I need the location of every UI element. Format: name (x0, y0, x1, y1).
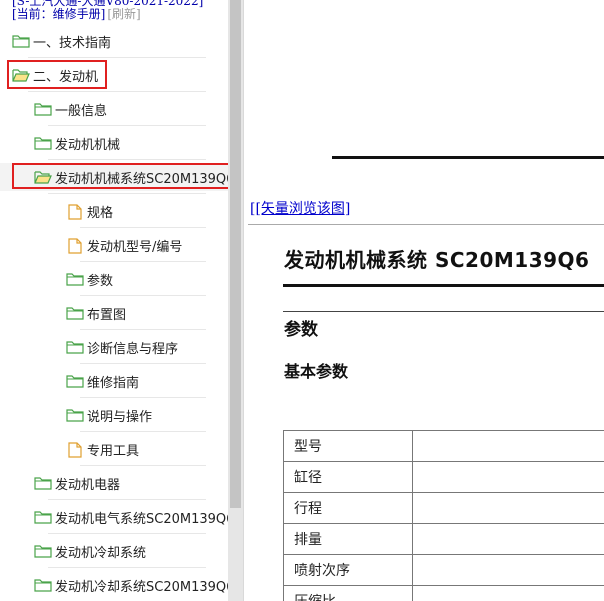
folder-icon (66, 306, 84, 320)
tree-separator (48, 193, 206, 194)
tree-separator (28, 91, 206, 92)
tree-separator (80, 227, 206, 228)
highlight-box-engine-mechanical-system (12, 163, 228, 189)
folder-icon (34, 578, 52, 592)
tree-separator (48, 567, 206, 568)
tree-item-label: 专用工具 (87, 443, 140, 459)
tree-item[interactable]: 说明与操作 (66, 400, 152, 430)
tree-separator (80, 329, 206, 330)
tree-item-label: 诊断信息与程序 (87, 341, 179, 357)
tree-item[interactable]: 发动机型号/编号 (66, 230, 182, 260)
section-title: 参数 (284, 320, 318, 340)
param-label: 排量 (283, 523, 413, 555)
param-value (412, 461, 604, 493)
title-rule (283, 284, 604, 287)
folder-icon (34, 136, 52, 150)
link-rule (248, 224, 604, 225)
param-label: 压缩比 (283, 585, 413, 601)
table-row: 压缩比 (283, 585, 604, 601)
folder-icon (34, 476, 52, 490)
folder-icon (34, 510, 52, 524)
subsection-title: 基本参数 (284, 362, 349, 381)
tree-item-label: 一般信息 (55, 103, 108, 119)
tree-item-label: 发动机冷却系统 (55, 545, 147, 561)
refresh-link[interactable]: [刷新] (107, 7, 140, 21)
document-panel: [[矢量浏览该图] 发动机机械系统 SC20M139Q6 参数 基本参数 型号缸… (248, 0, 604, 601)
tree-item-label: 维修指南 (87, 375, 140, 391)
table-row: 行程 (283, 492, 604, 524)
tree-item-label: 发动机电气系统SC20M139Q6 (55, 511, 228, 527)
table-row: 排量 (283, 523, 604, 555)
folder-icon (66, 272, 84, 286)
folder-icon (66, 408, 84, 422)
tree-item[interactable]: 发动机电气系统SC20M139Q6 (34, 502, 228, 532)
tree-item[interactable]: 布置图 (66, 298, 126, 328)
tree-item[interactable]: 维修指南 (66, 366, 139, 396)
param-value (412, 554, 604, 586)
tree-item-label: 参数 (87, 273, 114, 289)
document-title: 发动机机械系统 SC20M139Q6 (284, 248, 590, 272)
basic-parameters-table: 型号缸径行程排量喷射次序压缩比 (283, 430, 604, 601)
tree-separator (48, 533, 206, 534)
tree-separator (80, 295, 206, 296)
tree-item-label: 发动机电器 (55, 477, 121, 493)
tree-item-label: 说明与操作 (87, 409, 153, 425)
tree-item[interactable]: 一、技术指南 (12, 26, 111, 56)
folder-icon (34, 102, 52, 116)
tree-separator (80, 431, 206, 432)
table-row: 型号 (283, 430, 604, 462)
table-row: 喷射次序 (283, 554, 604, 586)
section-rule (283, 311, 604, 312)
folder-icon (66, 374, 84, 388)
param-label: 行程 (283, 492, 413, 524)
folder-icon (12, 34, 30, 48)
tree-separator (80, 465, 206, 466)
vector-view-link-text[interactable]: [矢量浏览该图] (255, 201, 350, 217)
tree-item[interactable]: 参数 (66, 264, 113, 294)
sidebar-scrollbar[interactable] (228, 0, 243, 601)
tree-item[interactable]: 一般信息 (34, 94, 107, 124)
tree-separator (80, 397, 206, 398)
sidebar-header: [S-上汽大通-大通V80-2021-2022] [当前：维修手册] [刷新] (12, 0, 203, 21)
tree-separator (80, 261, 206, 262)
tree-item-label: 一、技术指南 (33, 35, 112, 51)
tree-item-label: 发动机型号/编号 (87, 239, 183, 255)
document-icon (66, 204, 84, 220)
current-section-label: [当前：维修手册] (12, 7, 106, 21)
param-value (412, 523, 604, 555)
tree-separator (48, 499, 206, 500)
document-icon (66, 238, 84, 254)
tree-item-label: 布置图 (87, 307, 127, 323)
tree-item[interactable]: 诊断信息与程序 (66, 332, 178, 362)
document-icon (66, 442, 84, 458)
folder-icon (34, 544, 52, 558)
tree-separator (48, 159, 206, 160)
param-value (412, 430, 604, 462)
param-label: 型号 (283, 430, 413, 462)
vector-view-link[interactable]: [[矢量浏览该图] (250, 198, 350, 218)
tree-item[interactable]: 规格 (66, 196, 113, 226)
header-rule (332, 156, 604, 159)
param-label: 喷射次序 (283, 554, 413, 586)
folder-icon (66, 340, 84, 354)
param-label: 缸径 (283, 461, 413, 493)
scrollbar-thumb[interactable] (230, 0, 241, 508)
table-row: 缸径 (283, 461, 604, 493)
tree-separator (48, 125, 206, 126)
tree-separator (80, 363, 206, 364)
param-value (412, 492, 604, 524)
tree-item[interactable]: 发动机冷却系统SC20M139Q6 (34, 570, 228, 600)
tree-item-label: 发动机冷却系统SC20M139Q6 (55, 579, 228, 595)
param-value (412, 585, 604, 601)
tree-item[interactable]: 发动机电器 (34, 468, 120, 498)
tree-item-label: 发动机机械 (55, 137, 121, 153)
tree-item[interactable]: 专用工具 (66, 434, 139, 464)
tree-separator (28, 57, 206, 58)
tree-item[interactable]: 发动机冷却系统 (34, 536, 146, 566)
highlight-box-engine (7, 60, 107, 89)
tree-item-label: 规格 (87, 205, 114, 221)
tree-item[interactable]: 发动机机械 (34, 128, 120, 158)
navigation-tree-panel: [S-上汽大通-大通V80-2021-2022] [当前：维修手册] [刷新] 一… (0, 0, 228, 601)
